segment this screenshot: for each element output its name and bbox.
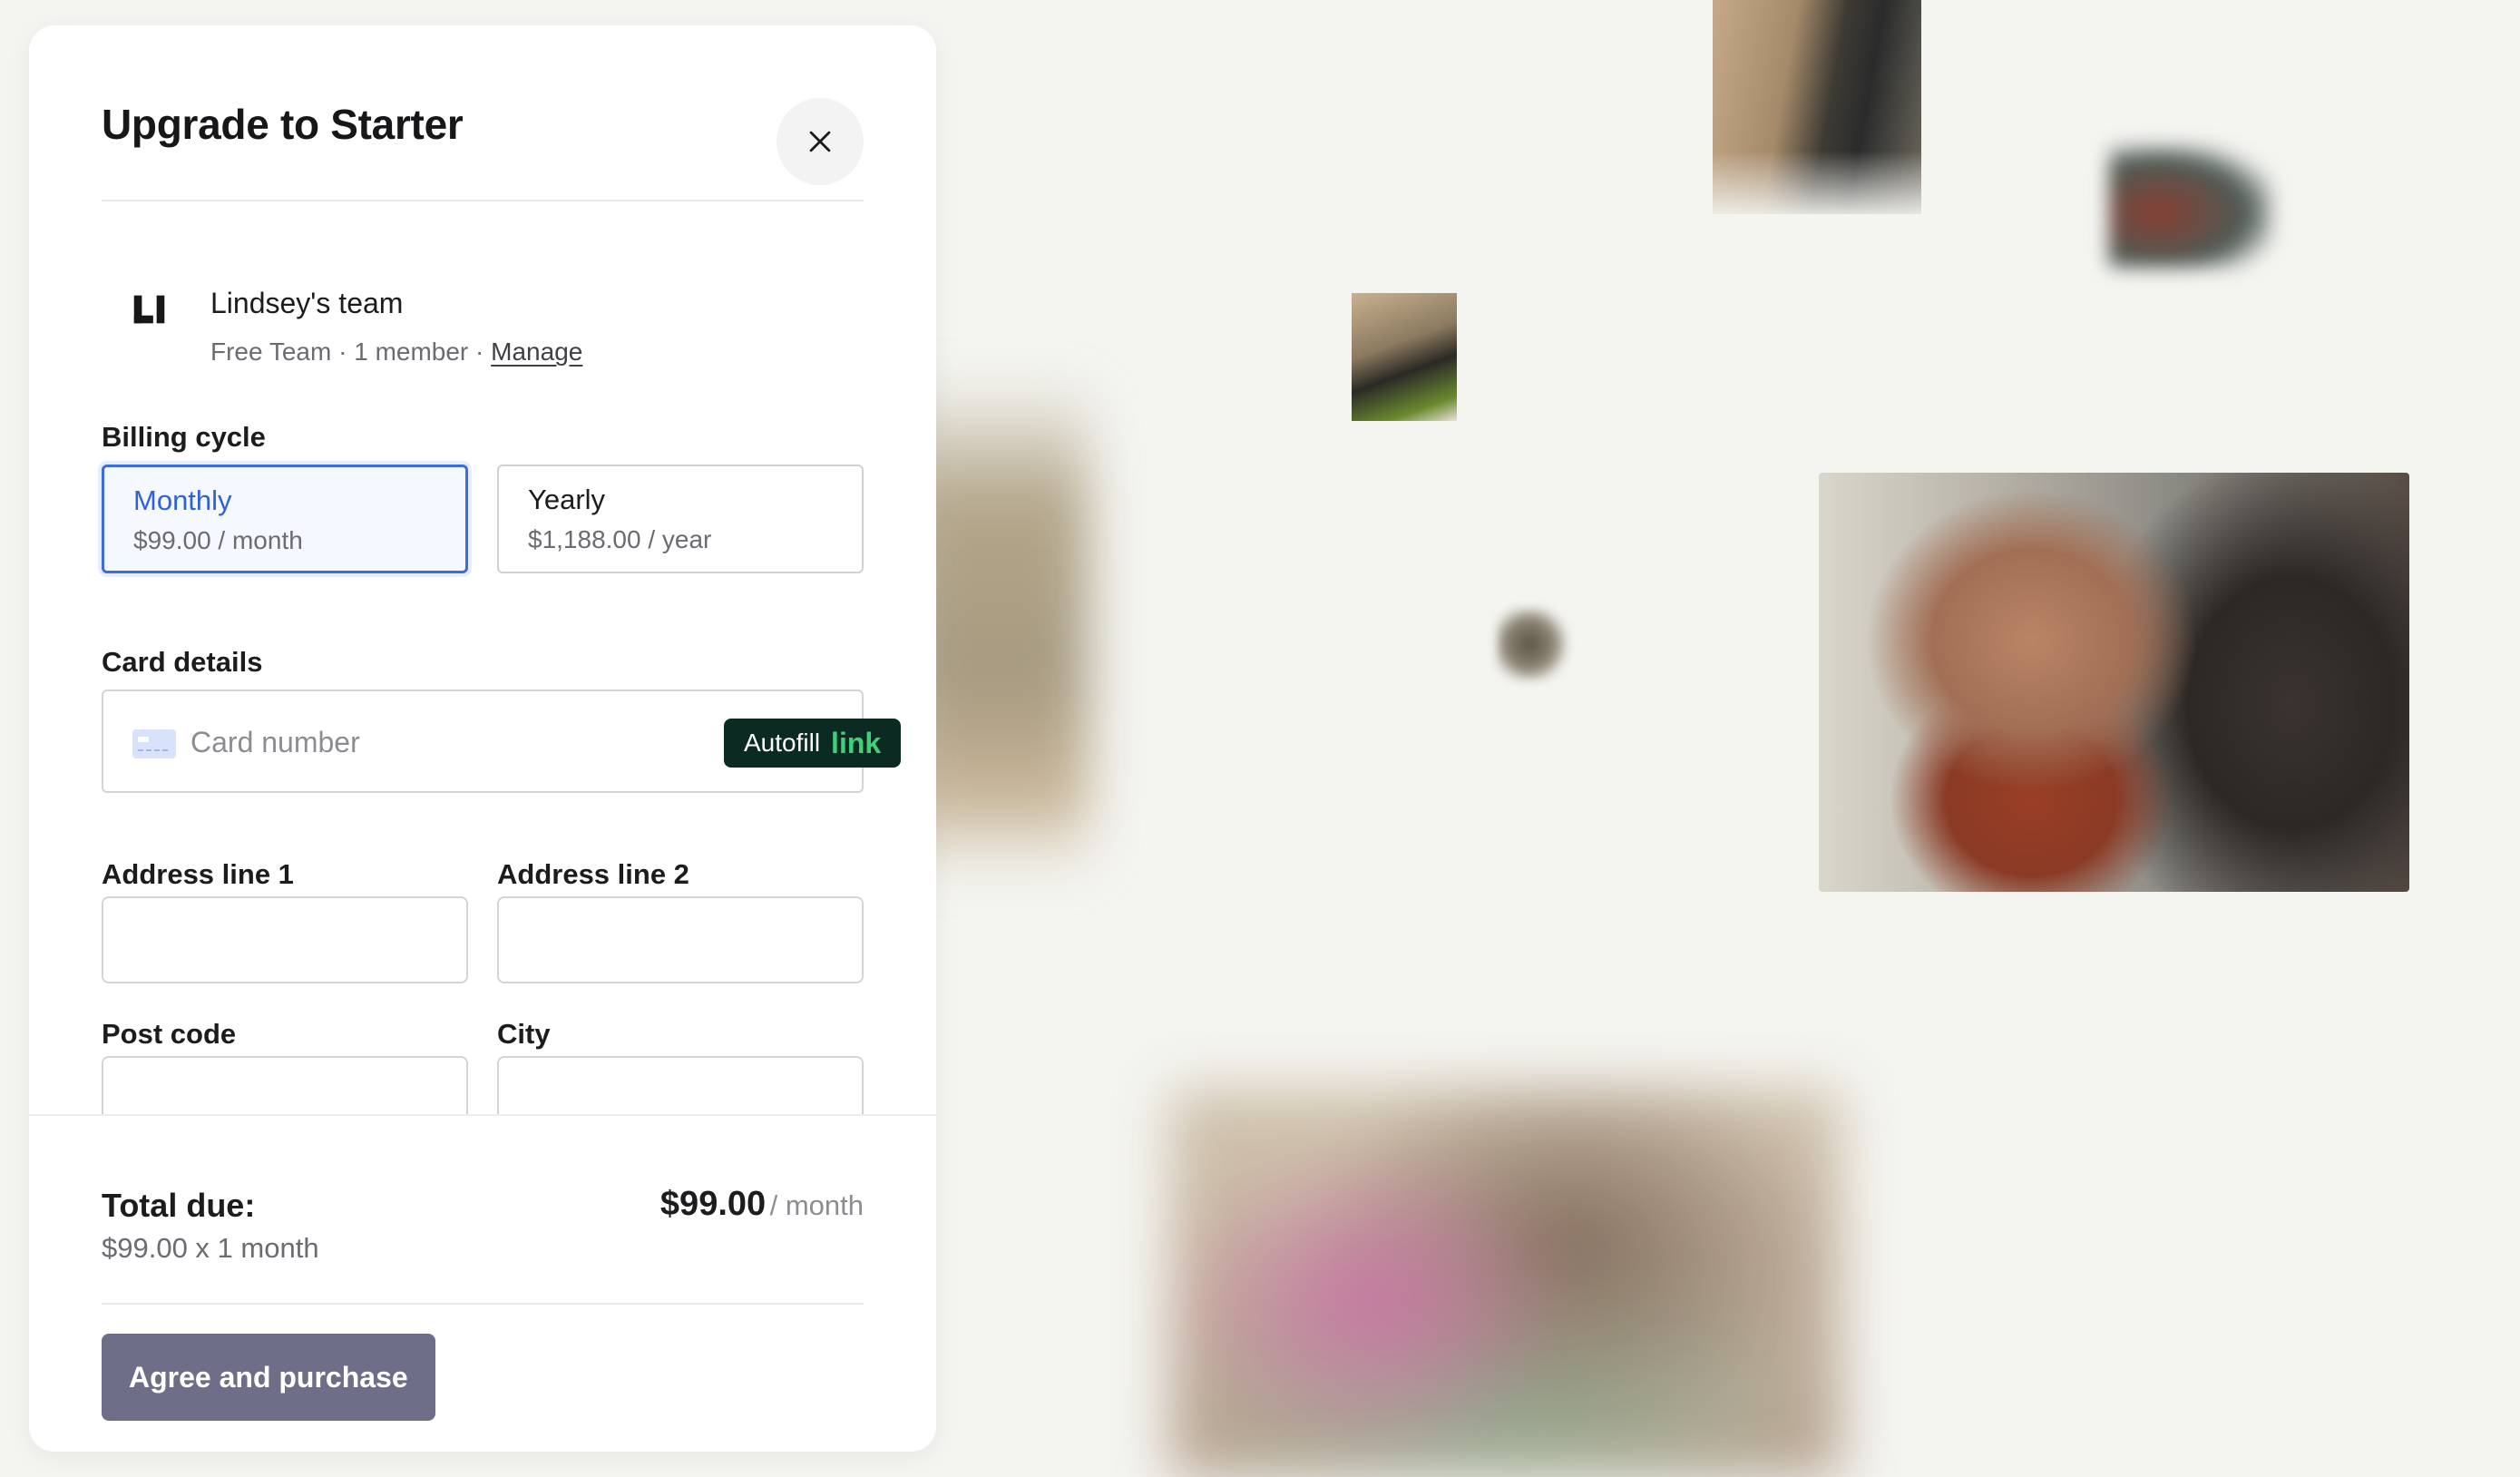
city-field[interactable] [497,1056,864,1114]
billing-cycle-label: Billing cycle [102,421,266,453]
modal-title: Upgrade to Starter [102,101,464,148]
link-logo: link [831,726,882,759]
postcode-input[interactable] [103,1058,466,1114]
address-line2-input[interactable] [499,898,862,982]
agree-and-purchase-button[interactable]: Agree and purchase [102,1334,435,1421]
upgrade-modal: Upgrade to Starter Lindsey's team Free T… [29,25,936,1452]
card-number-input[interactable]: Card number Autofill link [102,690,902,793]
modal-footer: Total due: $99.00 x 1 month $99.00 / mon… [29,1114,936,1452]
meta-separator: · [475,337,484,366]
team-name: Lindsey's team [210,287,404,319]
close-button[interactable] [777,98,864,185]
credit-card-icon [132,729,176,758]
autofill-text: Autofill [744,729,821,757]
billing-option-yearly[interactable]: Yearly $1,188.00 / year [497,465,864,573]
footer-divider [102,1303,864,1305]
city-input[interactable] [499,1058,862,1114]
city-label: City [497,1018,551,1050]
address-line1-input[interactable] [103,898,466,982]
manage-link[interactable]: Manage [491,337,582,366]
postcode-label: Post code [102,1018,237,1050]
team-plan: Free Team [210,337,332,366]
address-line2-label: Address line 2 [497,858,689,890]
address-line2-field[interactable] [497,896,864,983]
total-amount: $99.00 / month [660,1185,864,1224]
total-due-label: Total due: [102,1187,256,1224]
total-breakdown: $99.00 x 1 month [102,1232,319,1264]
background-photo-blurred-top [2109,145,2272,268]
billing-option-price: $1,188.00 / year [528,525,712,554]
team-logo-icon [133,295,165,324]
card-number-placeholder: Card number [190,726,360,758]
autofill-link-button[interactable]: Autofill link [724,719,902,768]
page: Upgrade to Starter Lindsey's team Free T… [0,0,2520,1477]
billing-option-monthly[interactable]: Monthly $99.00 / month [102,465,468,573]
background-photo-office [1352,293,1457,421]
total-amount-value: $99.00 [659,1185,767,1223]
billing-option-label: Yearly [528,484,606,515]
billing-option-price: $99.00 / month [133,526,303,555]
card-details-label: Card details [102,646,263,678]
address-line1-field[interactable] [102,896,468,983]
billing-option-label: Monthly [133,484,232,516]
background-photo-meeting [1713,0,1921,214]
postcode-field[interactable] [102,1056,468,1114]
team-members: 1 member [354,337,469,366]
background-photo-small [1497,608,1569,680]
address-line1-label: Address line 1 [102,858,294,890]
total-amount-period: / month [769,1189,864,1221]
background-photo-blurred-bottom [1170,1089,1841,1477]
meta-separator: · [338,337,347,366]
team-meta: Free Team · 1 member · Manage [210,337,582,367]
header-divider [102,200,864,201]
background-photo-smiling-woman [1819,473,2409,892]
modal-scroll-area[interactable]: Upgrade to Starter Lindsey's team Free T… [29,25,936,1114]
close-icon [809,131,831,152]
